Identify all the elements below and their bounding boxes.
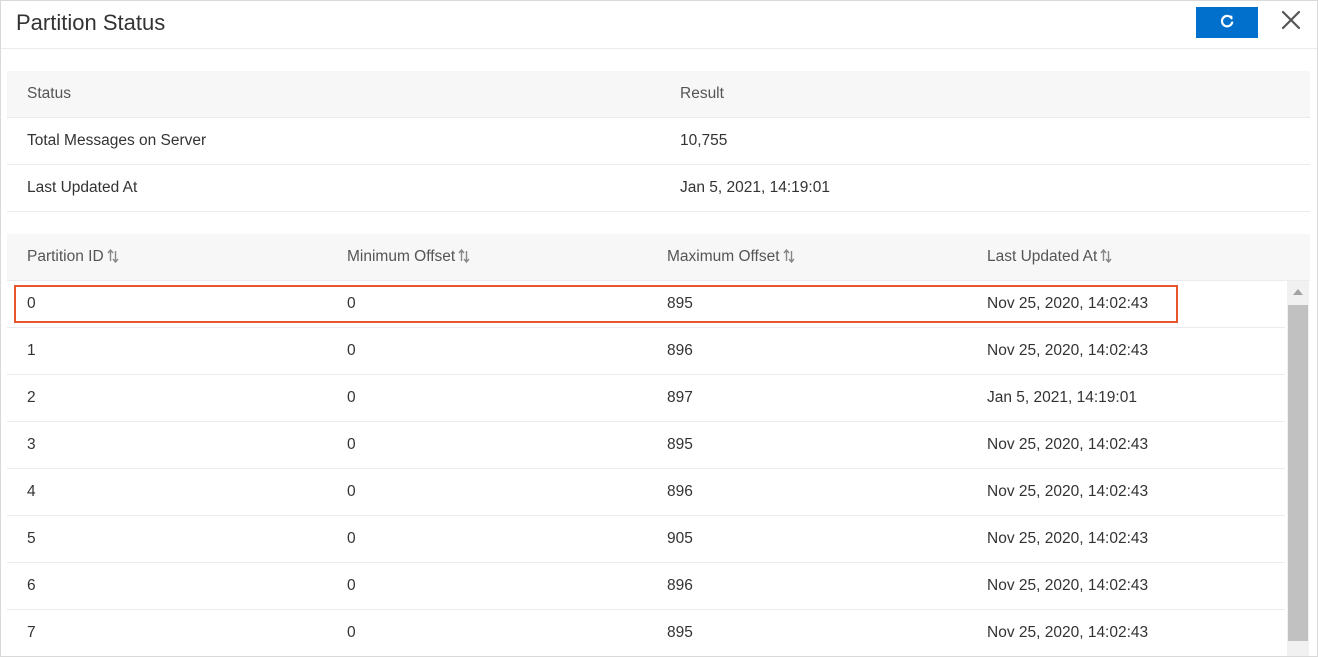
column-header-status: Status xyxy=(27,85,71,102)
partition-id-cell: 4 xyxy=(27,483,36,500)
status-value: Jan 5, 2021, 14:19:01 xyxy=(680,179,830,196)
table-row[interactable]: 7 0 895 Nov 25, 2020, 14:02:43 xyxy=(7,610,1285,656)
column-header-label: Last Updated At xyxy=(987,248,1098,265)
minimum-offset-cell: 0 xyxy=(347,436,356,453)
last-updated-cell: Nov 25, 2020, 14:02:43 xyxy=(987,342,1149,359)
partition-table-header: Partition ID Minimum Offset Maximum Offs… xyxy=(7,234,1310,281)
minimum-offset-cell: 0 xyxy=(347,342,356,359)
partition-id-cell: 1 xyxy=(27,342,36,359)
partition-header-row: Partition ID Minimum Offset Maximum Offs… xyxy=(7,234,1310,281)
partition-id-cell: 2 xyxy=(27,389,36,406)
last-updated-cell: Jan 5, 2021, 14:19:01 xyxy=(987,389,1137,406)
column-header-minimum-offset[interactable]: Minimum Offset xyxy=(347,248,470,266)
column-header-result: Result xyxy=(680,85,724,102)
summary-row-total-messages: Total Messages on Server 10,755 xyxy=(7,118,1310,165)
refresh-button[interactable] xyxy=(1196,7,1258,38)
sort-icon[interactable] xyxy=(783,248,795,263)
partition-id-cell: 7 xyxy=(27,624,36,641)
partition-id-cell: 0 xyxy=(27,295,36,312)
last-updated-cell: Nov 25, 2020, 14:02:43 xyxy=(987,483,1149,500)
table-row[interactable]: 3 0 895 Nov 25, 2020, 14:02:43 xyxy=(7,422,1285,469)
maximum-offset-cell: 896 xyxy=(667,577,693,594)
scroll-up-arrow-icon[interactable] xyxy=(1287,281,1309,303)
maximum-offset-cell: 896 xyxy=(667,342,693,359)
table-row[interactable]: 0 0 895 Nov 25, 2020, 14:02:43 xyxy=(7,281,1285,328)
maximum-offset-cell: 905 xyxy=(667,530,693,547)
column-header-maximum-offset[interactable]: Maximum Offset xyxy=(667,248,795,266)
table-row[interactable]: 1 0 896 Nov 25, 2020, 14:02:43 xyxy=(7,328,1285,375)
column-header-label: Minimum Offset xyxy=(347,248,456,265)
sort-icon[interactable] xyxy=(458,248,470,263)
column-header-label: Maximum Offset xyxy=(667,248,780,265)
sort-icon[interactable] xyxy=(107,248,119,263)
column-header-partition-id[interactable]: Partition ID xyxy=(27,248,119,266)
minimum-offset-cell: 0 xyxy=(347,530,356,547)
minimum-offset-cell: 0 xyxy=(347,483,356,500)
minimum-offset-cell: 0 xyxy=(347,624,356,641)
maximum-offset-cell: 895 xyxy=(667,295,693,312)
dialog-title: Partition Status xyxy=(16,10,166,35)
partition-id-cell: 5 xyxy=(27,530,36,547)
partition-status-dialog: Partition Status Status Result Total Mes… xyxy=(0,0,1318,657)
status-label: Total Messages on Server xyxy=(27,132,207,149)
last-updated-cell: Nov 25, 2020, 14:02:43 xyxy=(987,436,1149,453)
last-updated-cell: Nov 25, 2020, 14:02:43 xyxy=(987,530,1149,547)
summary-table: Status Result Total Messages on Server 1… xyxy=(7,71,1310,212)
minimum-offset-cell: 0 xyxy=(347,577,356,594)
partition-id-cell: 3 xyxy=(27,436,36,453)
sort-icon[interactable] xyxy=(1100,248,1112,263)
maximum-offset-cell: 896 xyxy=(667,483,693,500)
close-icon xyxy=(1280,9,1302,36)
refresh-icon xyxy=(1219,13,1235,32)
minimum-offset-cell: 0 xyxy=(347,295,356,312)
vertical-scrollbar[interactable] xyxy=(1287,281,1309,656)
maximum-offset-cell: 895 xyxy=(667,436,693,453)
maximum-offset-cell: 895 xyxy=(667,624,693,641)
status-label: Last Updated At xyxy=(27,179,138,196)
table-row[interactable]: 5 0 905 Nov 25, 2020, 14:02:43 xyxy=(7,516,1285,563)
table-row[interactable]: 6 0 896 Nov 25, 2020, 14:02:43 xyxy=(7,563,1285,610)
partition-id-cell: 6 xyxy=(27,577,36,594)
column-header-last-updated-at[interactable]: Last Updated At xyxy=(987,248,1112,266)
last-updated-cell: Nov 25, 2020, 14:02:43 xyxy=(987,624,1149,641)
close-button[interactable] xyxy=(1277,8,1305,36)
summary-header-row: Status Result xyxy=(7,71,1310,118)
scrollbar-thumb[interactable] xyxy=(1288,305,1308,641)
status-value: 10,755 xyxy=(680,132,728,149)
minimum-offset-cell: 0 xyxy=(347,389,356,406)
table-row[interactable]: 4 0 896 Nov 25, 2020, 14:02:43 xyxy=(7,469,1285,516)
last-updated-cell: Nov 25, 2020, 14:02:43 xyxy=(987,577,1149,594)
summary-row-last-updated: Last Updated At Jan 5, 2021, 14:19:01 xyxy=(7,165,1310,212)
table-row[interactable]: 2 0 897 Jan 5, 2021, 14:19:01 xyxy=(7,375,1285,422)
partition-table-body[interactable]: 0 0 895 Nov 25, 2020, 14:02:43 1 0 896 N… xyxy=(7,281,1285,656)
column-header-label: Partition ID xyxy=(27,248,104,265)
last-updated-cell: Nov 25, 2020, 14:02:43 xyxy=(987,295,1149,312)
maximum-offset-cell: 897 xyxy=(667,389,693,406)
dialog-header: Partition Status xyxy=(1,1,1317,49)
